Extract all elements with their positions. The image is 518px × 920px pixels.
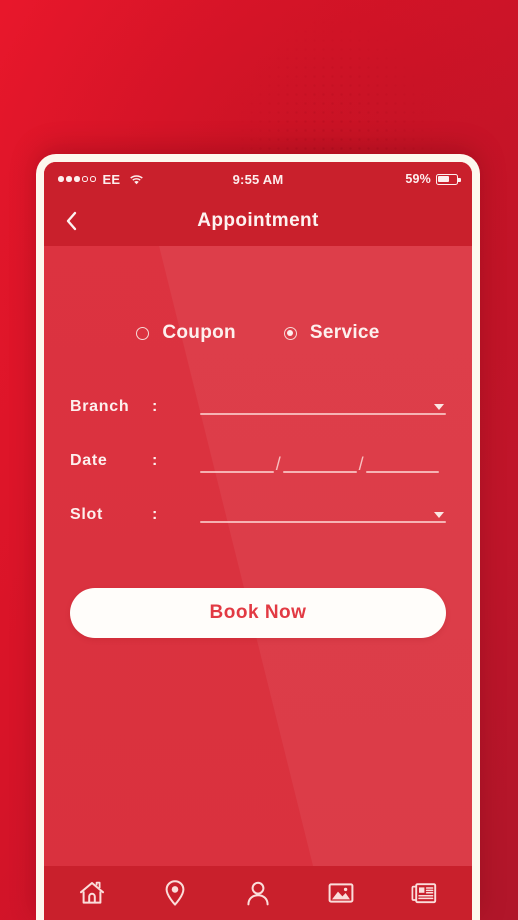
back-button[interactable] xyxy=(58,206,84,236)
wifi-icon xyxy=(129,173,144,185)
branch-underline xyxy=(200,413,446,415)
page-title: Appointment xyxy=(197,210,319,231)
date-year-input[interactable] xyxy=(365,451,440,475)
screen-content: Coupon Service Branch : Date: / / Slot … xyxy=(44,246,472,920)
radio-option-coupon-label: Coupon xyxy=(162,322,236,343)
person-icon xyxy=(247,881,269,906)
slot-colon: : xyxy=(152,506,158,523)
home-icon xyxy=(79,881,104,904)
nav-item-locations[interactable] xyxy=(133,866,216,920)
chevron-down-icon xyxy=(434,512,444,518)
bottom-navigation-bar xyxy=(44,866,472,920)
date-day-input[interactable] xyxy=(200,451,274,475)
radio-option-service[interactable]: Service xyxy=(283,322,380,344)
nav-item-news[interactable] xyxy=(383,866,466,920)
branch-colon: : xyxy=(152,398,158,415)
branch-dropdown[interactable] xyxy=(200,393,446,421)
form-row-date: Date : / / xyxy=(70,434,446,488)
slot-dropdown[interactable] xyxy=(200,501,446,529)
form-row-slot: Slot : xyxy=(70,488,446,542)
date-label: Date xyxy=(70,452,108,469)
phone-screen: EE 9:55 AM 59% Appointment Coupon Servic… xyxy=(44,162,472,920)
chevron-left-icon xyxy=(66,211,77,231)
status-bar-left: EE xyxy=(58,172,233,187)
book-now-label: Book Now xyxy=(209,602,307,623)
radio-circle-selected-icon xyxy=(283,326,297,340)
date-colon: : xyxy=(152,452,158,469)
status-bar: EE 9:55 AM 59% xyxy=(44,162,472,196)
chevron-down-icon xyxy=(434,404,444,410)
slot-label: Slot xyxy=(70,506,104,523)
radio-circle-icon xyxy=(136,326,150,340)
news-icon xyxy=(411,882,437,903)
appointment-form: Branch : Date : / / Slot: xyxy=(44,344,472,542)
branch-label: Branch xyxy=(70,398,130,415)
status-bar-right: 59% xyxy=(283,172,461,186)
battery-icon xyxy=(436,173,461,185)
radio-option-service-label: Service xyxy=(309,322,380,343)
date-separator-2: / xyxy=(358,454,364,474)
title-bar: Appointment xyxy=(44,196,472,246)
nav-item-gallery[interactable] xyxy=(300,866,383,920)
image-icon xyxy=(328,883,354,903)
form-row-branch: Branch : xyxy=(70,380,446,434)
booking-type-options: Coupon Service xyxy=(44,246,472,344)
battery-percent-label: 59% xyxy=(405,172,431,186)
nav-item-home[interactable] xyxy=(50,866,133,920)
radio-option-coupon[interactable]: Coupon xyxy=(136,322,236,344)
date-field[interactable]: / / xyxy=(200,447,446,475)
carrier-label: EE xyxy=(102,171,121,187)
date-month-input[interactable] xyxy=(282,451,357,475)
nav-item-profile[interactable] xyxy=(216,866,299,920)
phone-frame: EE 9:55 AM 59% Appointment Coupon Servic… xyxy=(36,154,480,920)
slot-underline xyxy=(200,521,446,523)
book-now-button[interactable]: Book Now xyxy=(70,588,446,638)
location-pin-icon xyxy=(165,880,185,906)
date-separator-1: / xyxy=(275,454,281,474)
signal-strength-icon xyxy=(58,176,96,182)
status-bar-time: 9:55 AM xyxy=(232,171,284,187)
